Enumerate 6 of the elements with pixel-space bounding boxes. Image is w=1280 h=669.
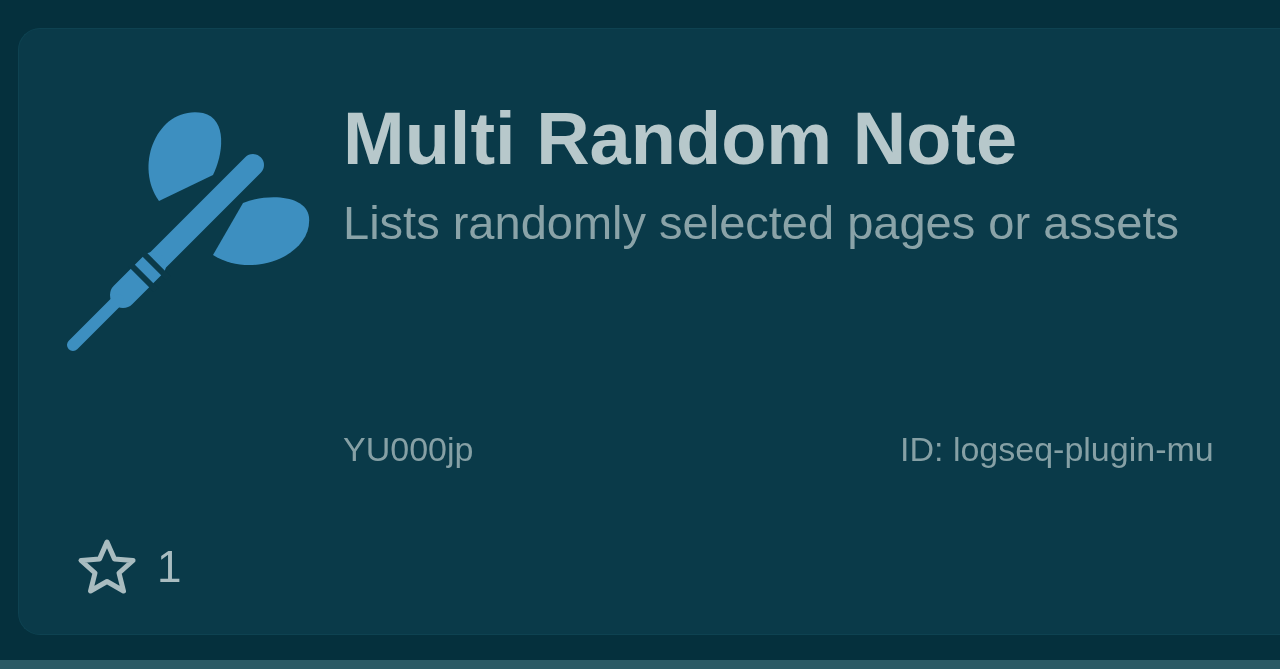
star-count: 1 — [157, 542, 182, 592]
plugin-title: Multi Random Note — [343, 99, 1019, 179]
star-icon — [77, 538, 137, 596]
plugin-description: Lists randomly selected pages or assets — [343, 195, 1180, 251]
plugin-id: ID: logseq-plugin-mu — [900, 429, 1214, 470]
author-name: YU000jp — [343, 429, 475, 470]
